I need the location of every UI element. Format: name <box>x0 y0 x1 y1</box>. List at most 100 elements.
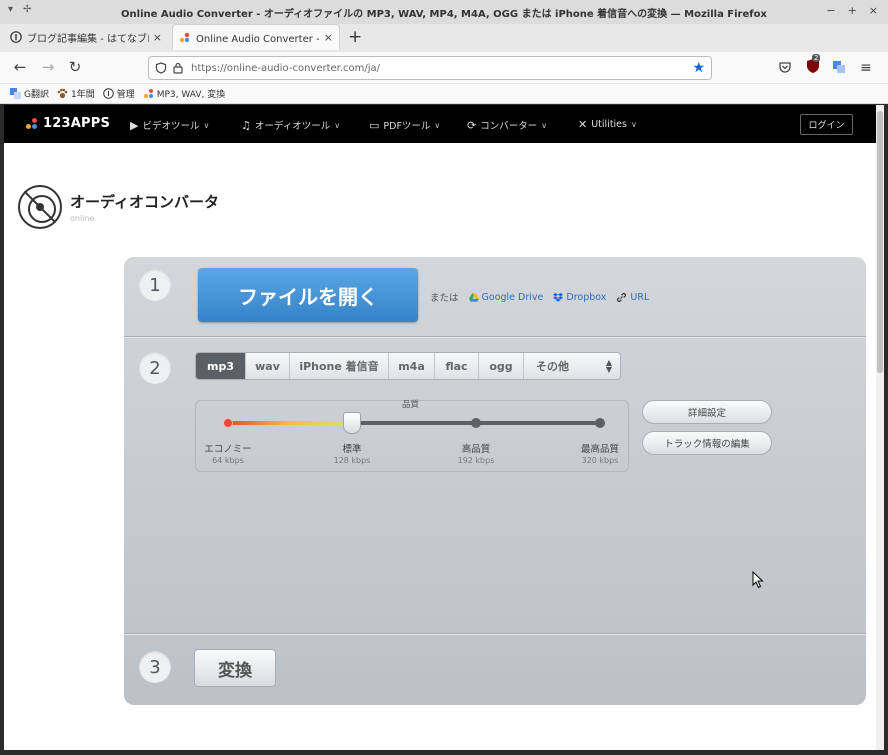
forward-button[interactable]: → <box>38 58 58 76</box>
format-mp3[interactable]: mp3 <box>196 353 246 379</box>
app-header: オーディオコンバータ online <box>18 185 219 229</box>
bookmark-label: G翻訳 <box>24 90 49 100</box>
chevron-down-icon: ∨ <box>541 120 548 130</box>
google-drive-link[interactable]: Google Drive <box>468 292 543 303</box>
bookmark-admin[interactable]: 管理 <box>102 87 135 100</box>
menu-utilities[interactable]: ✕ Utilities ∨ <box>578 118 637 131</box>
quality-stop-high[interactable] <box>471 418 481 428</box>
window-right-controls: − + × <box>826 4 878 17</box>
quality-level-name: 最高品質 <box>580 444 619 455</box>
play-icon: ▶ <box>130 118 139 132</box>
url-label: URL <box>630 291 650 303</box>
updown-chevron-icon: ▲ ▼ <box>605 358 612 374</box>
format-wav[interactable]: wav <box>246 353 290 379</box>
audio-disc-icon <box>18 185 62 229</box>
edit-track-info-button[interactable]: トラック情報の編集 <box>642 431 772 455</box>
window-titlebar: ▾ ✢ Online Audio Converter - オーディオファイルの … <box>0 0 888 24</box>
quality-slider[interactable] <box>223 412 605 434</box>
quality-level-bitrate: 64 kbps <box>212 456 244 465</box>
waveform-icon: ♫ <box>241 118 251 132</box>
advanced-settings-button[interactable]: 詳細設定 <box>642 400 772 424</box>
step-divider <box>124 336 866 337</box>
menu-converters[interactable]: ⟳ コンバーター ∨ <box>467 118 548 133</box>
page-scrollbar[interactable] <box>876 105 884 750</box>
dropbox-link[interactable]: Dropbox <box>553 292 606 303</box>
chevron-down-icon: ∨ <box>334 120 341 130</box>
pin-icon[interactable]: ✢ <box>23 4 31 15</box>
pocket-icon[interactable] <box>778 60 792 74</box>
site-header: 123APPS ▶ ビデオツール ∨ ♫ オーディオツール ∨ ▭ PDFツール… <box>4 105 876 143</box>
bookmark-1year[interactable]: 1年間 <box>57 87 95 100</box>
bookmark-star-icon[interactable]: ★ <box>692 60 705 76</box>
menu-audio-tools[interactable]: ♫ オーディオツール ∨ <box>241 118 341 133</box>
hatena-icon <box>102 88 114 99</box>
tab-audio-converter[interactable]: Online Audio Converter - オー × <box>172 24 340 50</box>
format-iphone-ringtone[interactable]: iPhone 着信音 <box>290 353 389 379</box>
site-logo[interactable]: 123APPS <box>26 116 110 131</box>
quality-level-best: 最高品質 320 kbps <box>565 441 635 465</box>
tab-close-icon[interactable]: × <box>324 31 333 44</box>
quality-settings: 品質 エコノミー 64 kbps 標準 128 kbps 高品質 192 kbp… <box>195 400 629 472</box>
bookmark-google-translate[interactable]: G翻訳 <box>10 87 49 100</box>
step-1-number: 1 <box>139 269 171 301</box>
dropbox-icon <box>553 292 564 302</box>
tab-label: ブログ記事編集 - はてなブログ <box>27 33 149 45</box>
123apps-favicon-icon <box>179 32 190 42</box>
quality-level-name: 高品質 <box>461 444 491 455</box>
tab-bar: ブログ記事編集 - はてなブログ × Online Audio Converte… <box>0 24 888 52</box>
bookmark-label: MP3, WAV, 変換 <box>156 90 226 100</box>
lock-icon <box>173 62 183 74</box>
menu-video-tools[interactable]: ▶ ビデオツール ∨ <box>130 118 210 133</box>
page-content: 123APPS ▶ ビデオツール ∨ ♫ オーディオツール ∨ ▭ PDFツール… <box>4 105 876 750</box>
reload-button[interactable]: ↻ <box>65 58 85 76</box>
google-drive-icon <box>468 292 479 302</box>
translate-extension-icon[interactable] <box>832 60 846 74</box>
document-icon: ▭ <box>369 118 380 132</box>
maximize-button[interactable]: + <box>848 4 857 17</box>
format-flac[interactable]: flac <box>435 353 479 379</box>
tab-label: Online Audio Converter - オー <box>196 34 320 45</box>
back-button[interactable]: ← <box>10 58 30 76</box>
123apps-icon <box>143 89 153 98</box>
quality-level-standard: 標準 128 kbps <box>317 441 387 465</box>
convert-cycle-icon: ⟳ <box>467 118 477 132</box>
bookmark-label: 管理 <box>116 90 135 100</box>
tab-close-icon[interactable]: × <box>153 31 162 44</box>
bookmark-mp3-converter[interactable]: MP3, WAV, 変換 <box>143 87 226 100</box>
menu-label: コンバーター <box>480 121 538 132</box>
menu-pdf-tools[interactable]: ▭ PDFツール ∨ <box>369 118 440 133</box>
format-ogg[interactable]: ogg <box>479 353 524 379</box>
chevron-down-icon: ∨ <box>203 120 210 130</box>
logo-dots-icon <box>26 117 38 130</box>
minimize-button[interactable]: − <box>826 4 835 17</box>
window-left-controls: ▾ ✢ <box>8 4 31 15</box>
format-other-dropdown[interactable]: その他 ▲ ▼ <box>524 353 620 379</box>
hatena-favicon-icon <box>10 31 22 43</box>
menu-label: ビデオツール <box>142 121 200 132</box>
close-window-button[interactable]: × <box>869 4 878 17</box>
dropbox-label: Dropbox <box>566 291 607 303</box>
menu-label: Utilities <box>591 119 627 130</box>
window-title: Online Audio Converter - オーディオファイルの MP3,… <box>121 8 767 20</box>
open-files-button[interactable]: ファイルを開く <box>198 268 418 322</box>
new-tab-button[interactable]: + <box>348 27 362 47</box>
bookmark-label: 1年間 <box>70 90 95 100</box>
url-bar[interactable]: https://online-audio-converter.com/ja/ ★ <box>148 56 712 80</box>
quality-level-name: エコノミー <box>204 444 252 455</box>
shield-icon <box>155 62 167 74</box>
quality-slider-handle[interactable] <box>343 412 361 434</box>
quality-stop-economy[interactable] <box>223 418 233 428</box>
quality-level-name: 標準 <box>342 444 362 455</box>
convert-button[interactable]: 変換 <box>194 649 276 687</box>
format-m4a[interactable]: m4a <box>389 353 435 379</box>
quality-stop-best[interactable] <box>595 418 605 428</box>
chevron-down-icon: ∨ <box>630 120 637 129</box>
tab-hatena-blog[interactable]: ブログ記事編集 - はてなブログ × <box>4 24 168 50</box>
login-button[interactable]: ログイン <box>800 114 853 135</box>
ublock-extension-icon[interactable]: 2 <box>806 54 821 78</box>
scrollbar-thumb[interactable] <box>877 111 883 373</box>
url-link[interactable]: URL <box>616 292 649 303</box>
window-menu-icon[interactable]: ▾ <box>8 4 13 15</box>
hamburger-menu-icon[interactable]: ≡ <box>860 60 872 76</box>
step-divider <box>124 633 866 634</box>
